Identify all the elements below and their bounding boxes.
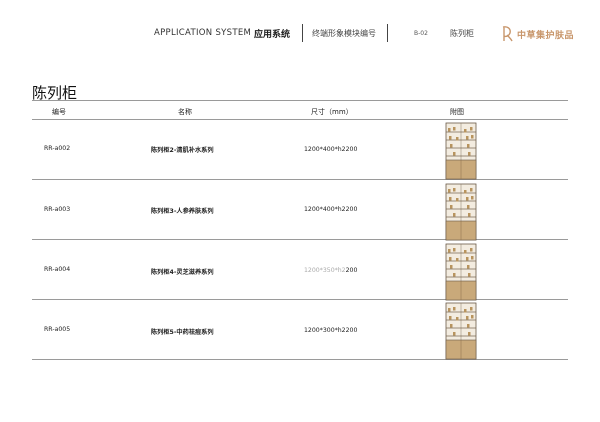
- table-rule-row: [32, 239, 568, 240]
- row-size-faint: 1200*350*h2: [304, 267, 346, 274]
- table-rule-header: [32, 119, 568, 120]
- row-name: 陈列柜4-灵芝滋养系列: [151, 269, 214, 276]
- brand-logo-icon: [502, 26, 513, 42]
- header-title-cn: 应用系统: [254, 30, 291, 40]
- table-rule-top: [32, 100, 568, 101]
- row-name: 陈列柜5-中药祛痘系列: [151, 329, 214, 336]
- brand-logo-text: 中草集护肤品: [517, 31, 575, 41]
- cabinet-thumbnail: [445, 302, 477, 360]
- row-size: 1200*400*h2200: [304, 206, 358, 213]
- header-divider: [302, 24, 303, 42]
- column-header-name: 名称: [178, 108, 192, 116]
- table-rule-row: [32, 299, 568, 300]
- row-size-tail: 200: [345, 267, 358, 274]
- header: APPLICATION SYSTEM 应用系统 终端形象模块编号 B-02 陈列…: [0, 24, 600, 46]
- row-code: RR-a003: [44, 206, 71, 213]
- row-code: RR-a005: [44, 326, 71, 333]
- row-code: RR-a004: [44, 266, 71, 273]
- row-name: 陈列柜2-清肌补水系列: [151, 147, 214, 154]
- row-size: 1200*300*h2200: [304, 327, 358, 334]
- column-header-size: 尺寸（mm）: [311, 108, 353, 116]
- header-title: APPLICATION SYSTEM: [154, 28, 252, 38]
- header-code: B-02: [414, 30, 428, 37]
- column-header-image: 附图: [450, 108, 464, 116]
- row-size: 1200*350*h2200: [304, 267, 357, 274]
- row-code: RR-a002: [44, 145, 71, 152]
- cabinet-thumbnail: [445, 243, 477, 301]
- brand-logo: 中草集护肤品: [500, 25, 574, 43]
- column-header-code: 编号: [52, 108, 66, 116]
- row-size: 1200*400*h2200: [304, 146, 358, 153]
- header-category: 陈列柜: [450, 29, 474, 38]
- cabinet-thumbnail: [445, 183, 477, 241]
- header-subtitle: 终端形象模块编号: [312, 29, 376, 38]
- cabinet-thumbnail: [445, 122, 477, 180]
- header-divider: [387, 24, 388, 42]
- table-rule-row: [32, 179, 568, 180]
- table-rule-bottom: [32, 359, 568, 360]
- row-name: 陈列柜3-人参养肤系列: [151, 208, 214, 215]
